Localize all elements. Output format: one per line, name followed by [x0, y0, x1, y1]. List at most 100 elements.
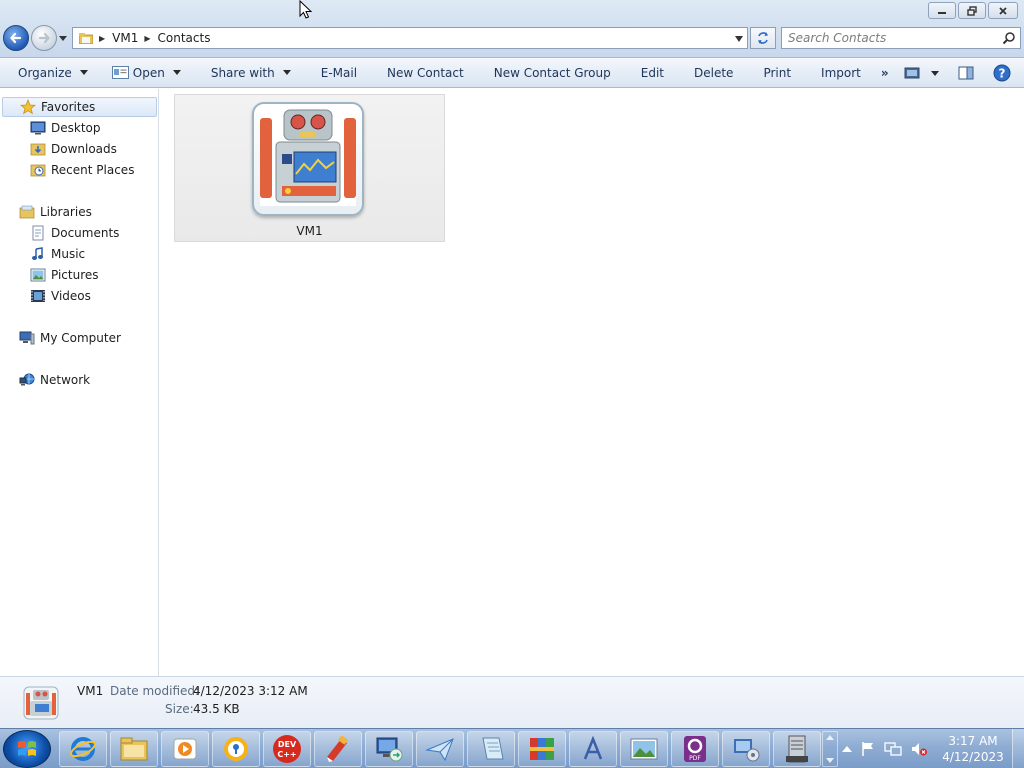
chevron-down-icon — [172, 70, 181, 75]
clock[interactable]: 3:17 AM 4/12/2023 — [940, 733, 1006, 765]
clock-time: 3:17 AM — [948, 734, 998, 748]
sidebar-item-downloads[interactable]: Downloads — [30, 139, 117, 159]
view-dropdown-button[interactable] — [926, 62, 944, 84]
action-center-flag-icon[interactable] — [860, 741, 876, 757]
contact-item-label: VM1 — [296, 224, 323, 238]
pdf-text: PDF — [689, 755, 701, 762]
edit-button[interactable]: Edit — [633, 60, 672, 86]
downloads-folder-icon — [30, 143, 46, 156]
star-icon — [20, 99, 36, 115]
email-button[interactable]: E-Mail — [313, 60, 365, 86]
breadcrumb-separator-icon[interactable]: ▶ — [99, 34, 105, 43]
dev-cpp-text: DEV — [278, 740, 297, 749]
chevron-down-icon — [282, 70, 291, 75]
chevron-down-icon — [826, 758, 834, 763]
sidebar-item-desktop[interactable]: Desktop — [30, 118, 101, 138]
delete-button[interactable]: Delete — [686, 60, 741, 86]
sidebar-item-recent-places[interactable]: Recent Places — [30, 160, 134, 180]
address-dropdown-icon[interactable] — [735, 36, 743, 42]
sidebar-item-favorites[interactable]: Favorites — [2, 97, 157, 117]
contact-robot-icon — [23, 686, 59, 720]
refresh-button[interactable] — [750, 27, 776, 49]
internet-explorer-icon — [70, 737, 96, 761]
taskbar-winrar[interactable] — [518, 731, 566, 767]
address-bar[interactable]: ▶ VM1 ▶ Contacts — [72, 27, 748, 49]
network-tray-icon[interactable] — [884, 741, 902, 757]
minimize-button[interactable] — [928, 2, 956, 19]
breadcrumb-vm1[interactable]: VM1 — [112, 31, 138, 45]
taskbar-font-app[interactable] — [569, 731, 617, 767]
taskbar-photo-viewer[interactable] — [620, 731, 668, 767]
taskbar-dev-cpp[interactable]: DEV C++ — [263, 731, 311, 767]
search-icon[interactable] — [1002, 31, 1016, 45]
show-desktop-button[interactable] — [1012, 729, 1024, 768]
search-input[interactable] — [788, 31, 1002, 45]
recent-pages-dropdown-icon[interactable] — [59, 34, 67, 42]
taskbar-scroll[interactable] — [822, 731, 838, 767]
sidebar-item-pictures[interactable]: Pictures — [30, 265, 99, 285]
change-view-button[interactable] — [898, 62, 926, 84]
sidebar-label-downloads: Downloads — [51, 142, 117, 156]
print-button[interactable]: Print — [755, 60, 799, 86]
sidebar-label-my-computer: My Computer — [40, 331, 121, 345]
sidebar-label-music: Music — [51, 247, 86, 261]
taskbar-security-app[interactable] — [212, 731, 260, 767]
sidebar-label-network: Network — [40, 373, 91, 387]
taskbar-remote-desktop[interactable] — [365, 731, 413, 767]
sidebar-item-my-computer[interactable]: My Computer — [19, 328, 121, 348]
volume-muted-icon[interactable] — [910, 741, 928, 757]
help-icon: ? — [993, 64, 1011, 82]
new-contact-group-button[interactable]: New Contact Group — [486, 60, 619, 86]
arrow-left-icon — [10, 32, 22, 44]
sidebar-label-pictures: Pictures — [51, 268, 99, 282]
import-button[interactable]: Import — [813, 60, 869, 86]
taskbar-control-panel[interactable] — [722, 731, 770, 767]
taskbar-pdf-app[interactable]: PDF — [671, 731, 719, 767]
more-commands-button[interactable]: » — [873, 60, 897, 86]
open-button[interactable]: Open — [104, 60, 189, 86]
documents-icon — [32, 225, 44, 241]
archive-books-icon — [530, 738, 554, 760]
svg-text:?: ? — [999, 67, 1006, 81]
sidebar-item-libraries[interactable]: Libraries — [19, 202, 92, 222]
breadcrumb-contacts[interactable]: Contacts — [158, 31, 211, 45]
search-box[interactable] — [781, 27, 1021, 49]
refresh-icon — [758, 32, 768, 44]
breadcrumb-separator-icon[interactable]: ▶ — [144, 34, 150, 43]
sidebar-item-network[interactable]: Network — [19, 370, 90, 390]
sidebar-item-videos[interactable]: Videos — [30, 286, 91, 306]
restore-button[interactable] — [958, 2, 986, 19]
help-button[interactable]: ? — [988, 62, 1016, 84]
sidebar-item-music[interactable]: Music — [30, 244, 85, 264]
sidebar-label-libraries: Libraries — [40, 205, 92, 219]
new-contact-button[interactable]: New Contact — [379, 60, 472, 86]
taskbar-media-player[interactable] — [161, 731, 209, 767]
taskbar-ccleaner[interactable] — [314, 731, 362, 767]
taskbar-mail-send[interactable] — [416, 731, 464, 767]
details-name: VM1 — [77, 684, 104, 698]
back-button[interactable] — [3, 25, 29, 51]
mouse-cursor-icon — [299, 0, 313, 19]
forward-button[interactable] — [31, 25, 57, 51]
taskbar-windows-explorer[interactable] — [110, 731, 158, 767]
close-button[interactable] — [988, 2, 1018, 19]
share-with-button[interactable]: Share with — [203, 60, 299, 86]
organize-button[interactable]: Organize — [10, 60, 96, 86]
pictures-icon — [30, 268, 46, 282]
preview-pane-button[interactable] — [952, 62, 980, 84]
taskbar-server-manager[interactable] — [773, 731, 821, 767]
show-hidden-icons-icon[interactable] — [842, 745, 852, 753]
view-icon — [904, 67, 920, 79]
music-icon — [32, 247, 43, 260]
taskbar-notepad[interactable] — [467, 731, 515, 767]
sidebar-item-documents[interactable]: Documents — [30, 223, 119, 243]
sidebar-label-desktop: Desktop — [51, 121, 101, 135]
start-button[interactable] — [3, 730, 51, 768]
file-list[interactable]: VM1 — [160, 89, 1024, 676]
size-label: Size: — [165, 702, 194, 716]
restore-icon — [967, 5, 977, 16]
photo-viewer-icon — [630, 738, 658, 760]
taskbar-internet-explorer[interactable] — [59, 731, 107, 767]
arrow-right-icon — [38, 32, 50, 44]
contact-item[interactable]: VM1 — [174, 94, 445, 242]
